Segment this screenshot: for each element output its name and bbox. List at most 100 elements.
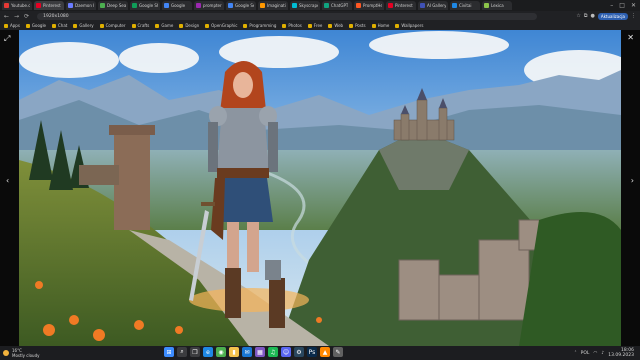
bookmarks-bar: Apps Google Chat Gallery Computer Crafts Game D… — [0, 21, 640, 30]
bookmark-item[interactable]: Home — [371, 23, 390, 28]
bookmark-item[interactable]: Design — [179, 23, 199, 28]
bookmark-label: Apps — [10, 23, 20, 28]
reload-icon[interactable]: ⟳ — [24, 13, 29, 20]
notes-icon[interactable]: ✎ — [333, 347, 343, 357]
browser-tab[interactable]: Google Sheets — [130, 1, 160, 10]
chrome-icon[interactable]: ◉ — [216, 347, 226, 357]
bookmark-item[interactable]: Free — [307, 23, 322, 28]
folder-icon — [371, 23, 376, 28]
tab-favicon-icon — [228, 3, 233, 8]
chevron-right-icon[interactable]: › — [631, 176, 634, 185]
volume-icon[interactable]: ♪ — [601, 351, 604, 356]
close-icon[interactable]: ✕ — [627, 33, 634, 42]
bookmark-item[interactable]: Chat — [52, 23, 67, 28]
tab-label: ChatGPT — [331, 3, 349, 8]
folder-icon — [52, 23, 57, 28]
url-text: 1920x1080 — [43, 13, 69, 19]
menu-icon[interactable]: ⋮ — [631, 13, 636, 19]
browser-tab[interactable]: Skyscraper — [290, 1, 320, 10]
bookmark-label: Photos — [288, 23, 302, 28]
browser-tab[interactable]: Imagination — [258, 1, 288, 10]
browser-tab[interactable]: PromptHero — [354, 1, 384, 10]
start-icon[interactable]: ⊞ — [164, 347, 174, 357]
discord-icon[interactable]: ☺ — [281, 347, 291, 357]
browser-tab[interactable]: Lexica — [482, 1, 512, 10]
taskbar: 16°C Mostly cloudy ⊞ ⌕ ❐ e ◉ ▮ ✉ ▦ ♫ ☺ ⚙ Ps ▲ ✎ ˄ POL… — [0, 346, 640, 360]
profile-icon[interactable]: ● — [590, 13, 594, 19]
steam-icon[interactable]: ⚙ — [294, 347, 304, 357]
mail-icon[interactable]: ✉ — [242, 347, 252, 357]
bookmark-item[interactable]: Google — [25, 23, 47, 28]
browser-tab[interactable]: Daemon Hunt — [66, 1, 96, 10]
clock[interactable]: 18:06 13.09.2023 — [608, 348, 634, 358]
weather-widget[interactable]: 16°C Mostly cloudy — [0, 348, 40, 358]
star-icon[interactable]: ☆ — [576, 13, 580, 19]
bookmark-label: Gallery — [79, 23, 94, 28]
close-window-icon[interactable]: ✕ — [631, 2, 636, 9]
bookmark-item[interactable]: Crafts — [131, 23, 150, 28]
folder-icon — [243, 23, 248, 28]
store-icon[interactable]: ▦ — [255, 347, 265, 357]
bookmark-item[interactable]: OpenGraphic — [205, 23, 237, 28]
bookmark-item[interactable]: Programming — [243, 23, 276, 28]
vlc-icon[interactable]: ▲ — [320, 347, 330, 357]
wifi-icon[interactable]: ◠ — [593, 351, 597, 356]
browser-tab[interactable]: Pinterest — [386, 1, 416, 10]
bookmark-item[interactable]: Gallery — [73, 23, 94, 28]
folder-icon — [25, 23, 30, 28]
tab-label: Civitai — [459, 3, 472, 8]
browser-tab[interactable]: Deep Search — [98, 1, 128, 10]
task-view-icon[interactable]: ❐ — [190, 347, 200, 357]
tab-favicon-icon — [164, 3, 169, 8]
back-icon[interactable]: ← — [4, 13, 9, 20]
extensions-icon[interactable]: ⧉ — [584, 13, 588, 19]
tab-label: Google Search — [235, 3, 254, 8]
address-bar: ← → ⟳ 1920x1080 ☆ ⧉ ● Aktualizacja ⋮ — [0, 11, 640, 21]
chevron-up-icon[interactable]: ˄ — [574, 351, 576, 356]
browser-tab[interactable]: Pinterest — [34, 1, 64, 10]
bookmark-label: Crafts — [137, 23, 150, 28]
tab-favicon-icon — [4, 3, 9, 8]
chevron-left-icon[interactable]: ‹ — [6, 176, 9, 185]
folder-icon — [205, 23, 210, 28]
spotify-icon[interactable]: ♫ — [268, 347, 278, 357]
navigation-buttons: ← → ⟳ — [0, 13, 29, 20]
browser-tab[interactable]: Youtube.com — [2, 1, 32, 10]
language-indicator[interactable]: POL — [581, 351, 590, 356]
bookmark-label: Google — [31, 23, 47, 28]
folder-icon — [131, 23, 136, 28]
update-button[interactable]: Aktualizacja — [597, 12, 628, 20]
weather-icon — [3, 350, 9, 356]
edge-icon[interactable]: e — [203, 347, 213, 357]
tab-favicon-icon — [292, 3, 297, 8]
browser-tab[interactable]: prompter — [194, 1, 224, 10]
window-controls: – □ ✕ — [610, 2, 640, 9]
folder-icon[interactable]: ▮ — [229, 347, 239, 357]
folder-icon — [155, 23, 160, 28]
bookmark-item[interactable]: Web — [328, 23, 343, 28]
minimize-icon[interactable]: – — [610, 2, 613, 9]
omnibox[interactable]: 1920x1080 — [37, 12, 538, 20]
search-icon[interactable]: ⌕ — [177, 347, 187, 357]
bookmark-item[interactable]: Posts — [349, 23, 366, 28]
tab-label: AI Gallery — [427, 3, 446, 8]
folder-icon — [4, 23, 8, 28]
forward-icon[interactable]: → — [14, 13, 19, 20]
browser-tab[interactable]: ChatGPT — [322, 1, 352, 10]
bookmark-item[interactable]: Photos — [282, 23, 302, 28]
tab-label: Lexica — [491, 3, 504, 8]
browser-tab[interactable]: Google Search — [226, 1, 256, 10]
bookmark-item[interactable]: Computer — [99, 23, 126, 28]
browser-tab[interactable]: AI Gallery — [418, 1, 448, 10]
bookmark-item[interactable]: Game — [155, 23, 173, 28]
expand-icon[interactable]: ⤢ — [4, 34, 10, 44]
bookmark-item[interactable]: Apps — [4, 23, 20, 28]
bookmark-label: Home — [377, 23, 390, 28]
maximize-icon[interactable]: □ — [619, 2, 625, 9]
photoshop-icon[interactable]: Ps — [307, 347, 317, 357]
tab-label: PromptHero — [363, 3, 382, 8]
bookmark-item[interactable]: Wallpapers — [395, 23, 423, 28]
folder-icon — [395, 23, 400, 28]
browser-tab[interactable]: Civitai — [450, 1, 480, 10]
browser-tab[interactable]: Google — [162, 1, 192, 10]
